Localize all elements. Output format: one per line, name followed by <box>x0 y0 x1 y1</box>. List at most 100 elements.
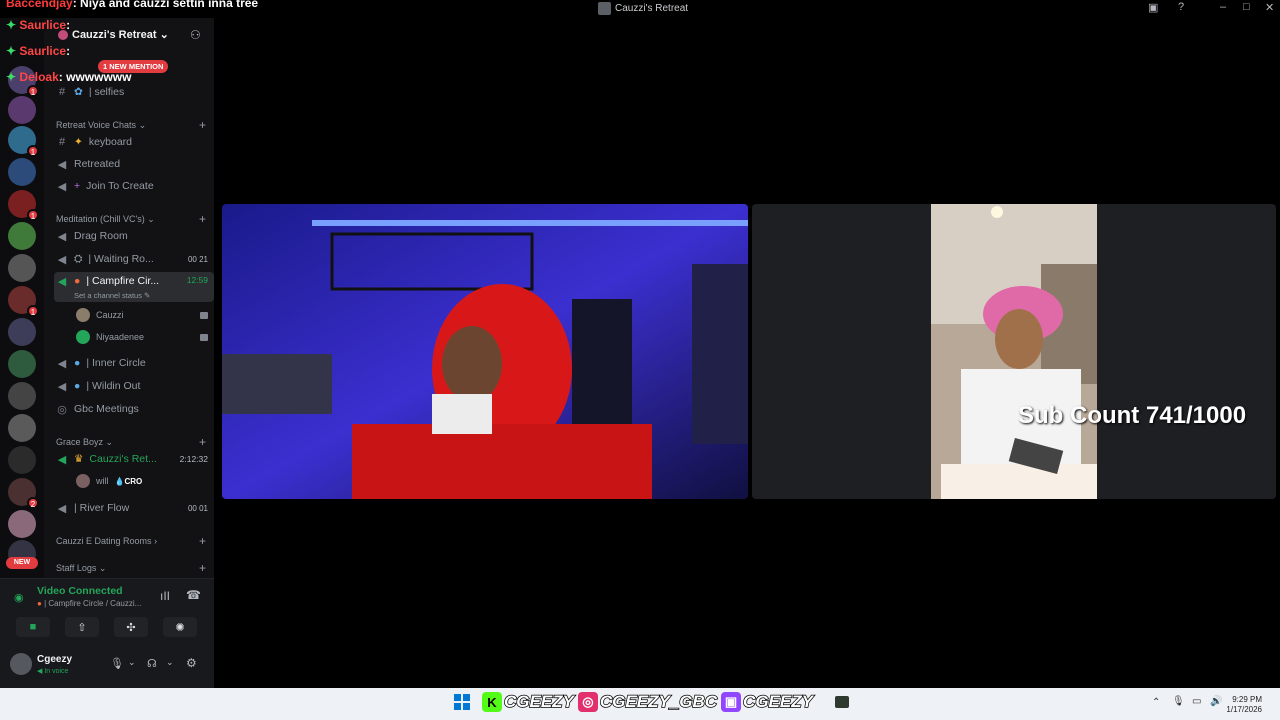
category-grace-boyz[interactable]: Grace Boyz ⌄ + <box>56 435 206 449</box>
disconnect-icon[interactable]: ☎ <box>186 588 201 602</box>
activities-button[interactable]: ✣ <box>114 617 148 637</box>
category-retreat-voice[interactable]: Retreat Voice Chats ⌄ + <box>56 118 206 132</box>
twitch-icon: ▣ <box>721 692 742 712</box>
maximize-button[interactable]: □ <box>1243 1 1250 13</box>
add-channel-icon[interactable]: + <box>199 118 206 132</box>
server-icon[interactable] <box>8 158 36 186</box>
add-channel-icon[interactable]: + <box>199 435 206 449</box>
taskbar: K CGEEZY ◎ CGEEZY_GBC ▣ CGEEZY ⌃ 🎙 ▭ 🔊 9:29… <box>0 688 1280 720</box>
server-icon[interactable]: 2 <box>8 478 39 509</box>
add-channel-icon[interactable]: + <box>199 561 206 575</box>
kick-icon: K <box>482 692 502 712</box>
add-channel-icon[interactable]: + <box>199 212 206 226</box>
volume-icon[interactable]: 🔊 <box>1210 696 1222 707</box>
channel-waiting-room[interactable]: ◀ ⛭ | Waiting Ro... 00 21 <box>54 249 214 269</box>
kick-handle: K CGEEZY <box>482 691 575 712</box>
speaker-icon: ◀ <box>57 453 67 466</box>
call-timer: 12:59 <box>186 275 208 285</box>
channel-inner-circle[interactable]: ◀ ● | Inner Circle <box>54 353 214 373</box>
channel-drag-room[interactable]: ◀ Drag Room <box>54 226 214 246</box>
speaker-icon: ◀ <box>57 230 67 243</box>
channel-keyboard[interactable]: # ✦ keyboard <box>54 132 214 152</box>
help-icon[interactable]: ? <box>1178 1 1184 13</box>
voice-member[interactable]: Niyaadenee <box>76 330 208 344</box>
voice-panel: ◉ Video Connected ● | Campfire Circle / … <box>0 578 214 688</box>
channel-river-flow[interactable]: ◀ | River Flow 00 01 <box>54 498 214 518</box>
avatar[interactable] <box>10 653 32 675</box>
server-icon <box>598 2 611 15</box>
voice-channel[interactable]: ● | Campfire Circle / Cauzzi... <box>37 599 141 608</box>
chat-user: Baccendjay <box>6 0 73 10</box>
server-icon[interactable]: 1 <box>8 126 39 157</box>
server-icon[interactable] <box>8 510 36 538</box>
server-icon[interactable] <box>8 222 36 250</box>
channel-wildin-out[interactable]: ◀ ● | Wildin Out <box>54 376 214 396</box>
soundboard-button[interactable]: ✺ <box>163 617 197 637</box>
chat-user: Deloak <box>19 70 59 84</box>
server-icon[interactable]: 1 <box>8 190 39 221</box>
chevron-down-icon: ⌄ <box>105 436 114 447</box>
member-tag: 💧CRO <box>114 476 143 486</box>
server-icon[interactable] <box>8 96 36 124</box>
inbox-icon[interactable]: ▣ <box>1148 1 1158 14</box>
signal-icon: ◉ <box>14 592 24 604</box>
stage-icon: ◎ <box>57 403 67 416</box>
user-count: 00 21 <box>187 254 208 264</box>
video-tile-guest[interactable] <box>752 204 1276 499</box>
close-button[interactable]: ✕ <box>1265 1 1274 14</box>
server-header[interactable]: Cauzzi's Retreat ⌄ <box>58 28 169 41</box>
server-icon[interactable] <box>8 318 36 346</box>
noise-suppression-icon[interactable]: ıII <box>160 589 170 603</box>
taskbar-center: K CGEEZY ◎ CGEEZY_GBC ▣ CGEEZY <box>454 691 849 712</box>
add-channel-icon[interactable]: + <box>199 534 206 548</box>
chevron-down-icon[interactable]: ⌄ <box>128 657 136 668</box>
sub-count-overlay: Sub Count 741/1000 <box>1018 402 1247 429</box>
server-icon[interactable] <box>8 414 36 442</box>
voice-member[interactable]: Cauzzi <box>76 308 208 322</box>
microphone-icon[interactable]: 🎙 <box>110 657 124 670</box>
gear-icon[interactable]: ⚙ <box>186 656 197 670</box>
category-staff-logs[interactable]: Staff Logs ⌄ + <box>56 561 206 575</box>
channel-gbc-meetings[interactable]: ◎ Gbc Meetings <box>54 399 214 419</box>
camera-button[interactable]: ■ <box>16 617 50 637</box>
invite-icon[interactable]: ⚇ <box>190 28 201 42</box>
video-tile-streamer[interactable] <box>222 204 748 499</box>
channel-status[interactable]: Set a channel status ✎ <box>74 291 150 300</box>
channel-selfies[interactable]: # ✿ | selfies <box>54 82 214 102</box>
chevron-right-icon: › <box>154 536 158 546</box>
channel-join-to-create[interactable]: ◀ + Join To Create <box>54 176 214 196</box>
voice-member[interactable]: will 💧CRO <box>76 474 208 488</box>
server-icon[interactable] <box>8 350 36 378</box>
channel-cauzzis-retreat[interactable]: ◀ ♛ Cauzzi's Ret... 2:12:32 <box>54 449 214 469</box>
terminal-icon[interactable] <box>834 696 849 708</box>
chevron-down-icon: ⌄ <box>138 119 147 130</box>
screen-share-button[interactable]: ⇧ <box>65 617 99 637</box>
server-icon[interactable] <box>8 446 36 474</box>
instagram-icon: ◎ <box>577 692 598 712</box>
network-icon[interactable]: ▭ <box>1192 696 1201 707</box>
channel-retreated[interactable]: ◀ Retreated <box>54 154 214 174</box>
server-icon[interactable] <box>8 254 36 282</box>
server-icon[interactable]: 1 <box>8 286 39 317</box>
chat-message: ✦ Saurlice: <box>6 18 71 32</box>
server-icon[interactable] <box>8 382 36 410</box>
chat-message: ✦ Saurlice: <box>6 44 71 58</box>
chevron-down-icon[interactable]: ⌄ <box>166 657 174 668</box>
username: Cgeezy <box>37 654 73 665</box>
speaker-icon: ◀ <box>57 180 67 193</box>
avatar <box>76 308 90 322</box>
tray-chevron-icon[interactable]: ⌃ <box>1152 697 1160 708</box>
minimize-button[interactable]: – <box>1220 1 1226 13</box>
chevron-down-icon: ⌄ <box>147 213 155 224</box>
guest-video <box>931 204 1097 499</box>
call-timer: 2:12:32 <box>179 454 208 464</box>
speaker-icon: ◀ <box>57 357 67 370</box>
category-cauzzi-dating[interactable]: Cauzzi E Dating Rooms › + <box>56 534 206 548</box>
avatar <box>76 330 90 344</box>
headphones-icon[interactable]: ☊ <box>147 657 157 670</box>
chevron-down-icon: ⌄ <box>159 29 169 41</box>
clock[interactable]: 9:29 PM 1/17/2026 <box>1226 695 1262 715</box>
microphone-icon[interactable]: 🎙 <box>1172 696 1185 707</box>
windows-start-icon[interactable] <box>454 694 470 710</box>
category-meditation[interactable]: Meditation (Chill VC's) ⌄ + <box>56 212 206 226</box>
